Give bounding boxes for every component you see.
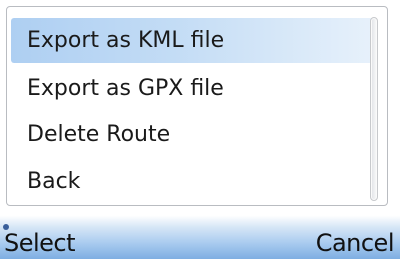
select-softkey[interactable]: Select [4,228,76,258]
menu-scrollbar-thumb[interactable] [372,19,376,199]
menu-item-export-gpx[interactable]: Export as GPX file [11,66,373,111]
softkey-bar: Select Cancel [0,206,400,259]
menu-item-delete-route[interactable]: Delete Route [11,112,373,157]
menu-item-export-kml[interactable]: Export as KML file [11,18,373,63]
menu-item-back[interactable]: Back [11,159,373,204]
cancel-softkey[interactable]: Cancel [316,228,395,258]
options-menu: Export as KML file Export as GPX file De… [6,6,388,206]
menu-scrollbar[interactable] [370,17,378,201]
